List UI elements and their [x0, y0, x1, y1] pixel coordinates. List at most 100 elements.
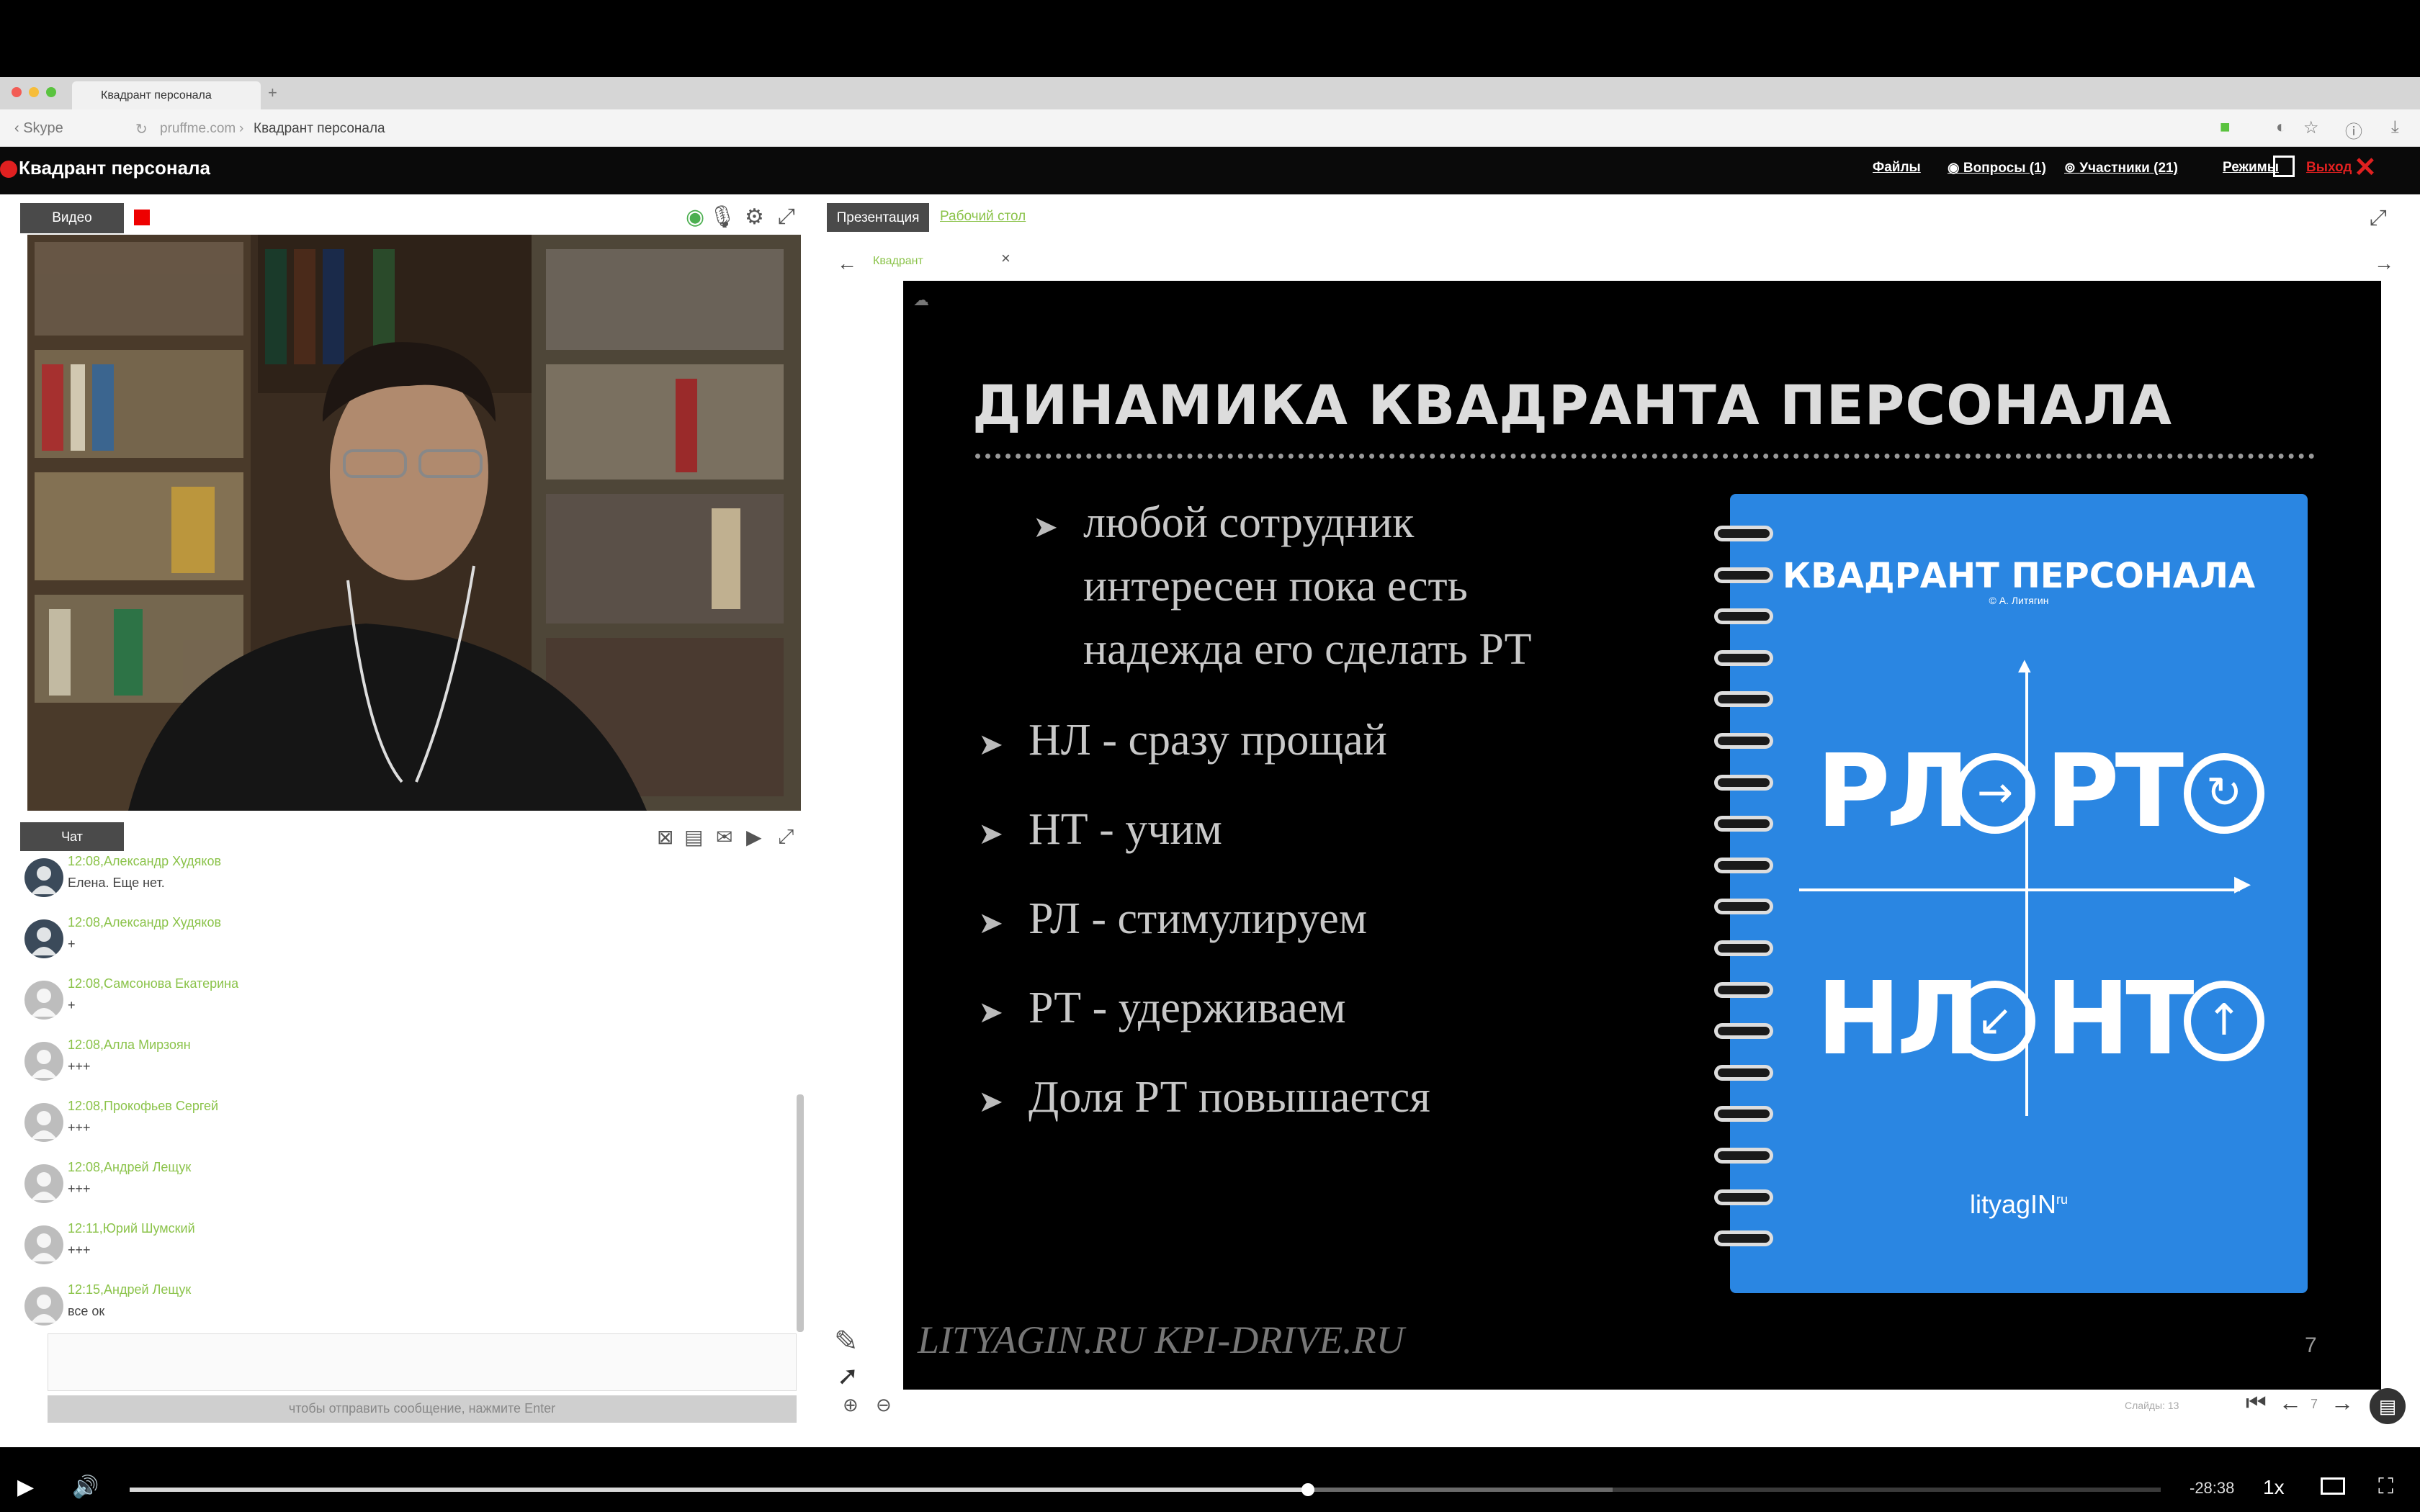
chat-message: 12:08,Александр Худяков +: [20, 912, 805, 973]
spiral-ring: [1714, 1148, 1773, 1164]
document-tab[interactable]: Квадрант: [873, 255, 923, 268]
expand-chat-icon[interactable]: ⤢: [778, 825, 794, 849]
play-button-icon[interactable]: ▶: [17, 1475, 34, 1500]
slide-bullet-continued: интересен пока есть: [1083, 562, 1468, 611]
cloud-icon: ☁: [913, 291, 929, 309]
slide-bullet: ➤ Доля РТ повышается: [978, 1066, 1430, 1133]
zoom-out-icon[interactable]: ⊖: [876, 1394, 892, 1416]
modes-link[interactable]: Режимы: [2223, 160, 2279, 176]
avatar[interactable]: [24, 858, 63, 897]
slides-counter[interactable]: Слайды: 13: [2125, 1400, 2179, 1411]
chat-message-author: 12:11,Юрий Шумский: [68, 1221, 195, 1236]
arrow-up-circle-icon: ↑: [2184, 981, 2264, 1061]
zoom-in-icon[interactable]: ⊕: [843, 1394, 859, 1416]
browser-tab-bar: [0, 77, 2420, 109]
previous-slide-icon[interactable]: ←: [2279, 1390, 2302, 1416]
pointer-tool-icon[interactable]: ➚: [837, 1361, 859, 1391]
bullet-arrow-icon: ➤: [978, 994, 1004, 1030]
expand-presentation-icon[interactable]: ⤢: [2370, 206, 2387, 230]
exit-close-icon[interactable]: ✕: [2354, 151, 2377, 184]
browser-tab[interactable]: Квадрант персонала: [72, 81, 261, 109]
window-maximize-button[interactable]: [46, 87, 56, 97]
seek-handle[interactable]: [1301, 1483, 1314, 1496]
layout-icon[interactable]: [2273, 156, 2295, 177]
presentation-tab[interactable]: Презентация: [827, 203, 929, 232]
current-slide-number: 7: [2311, 1397, 2318, 1411]
next-document-arrow-icon[interactable]: →: [2374, 252, 2394, 275]
picture-in-picture-icon[interactable]: [2321, 1477, 2345, 1495]
playback-speed-button[interactable]: 1x: [2263, 1476, 2285, 1499]
bullet-arrow-icon: ➤: [1033, 509, 1059, 544]
avatar[interactable]: [24, 1225, 63, 1264]
window-minimize-button[interactable]: [29, 87, 39, 97]
back-to-skype-button[interactable]: ‹ Skype: [14, 120, 63, 137]
spiral-ring: [1714, 1064, 1773, 1081]
camera-status-icon[interactable]: ◉: [686, 204, 704, 230]
browser-tab-title: Квадрант персонала: [101, 89, 212, 102]
play-icon[interactable]: ▶: [746, 825, 762, 849]
avatar[interactable]: [24, 919, 63, 958]
settings-gear-icon[interactable]: ⚙: [745, 204, 764, 230]
url-separator: ›: [239, 121, 244, 136]
chat-message: 12:08,Самсонова Екатерина +: [20, 973, 805, 1035]
spiral-ring: [1714, 774, 1773, 791]
axis-up-arrow-icon: ▲: [2014, 654, 2035, 678]
avatar[interactable]: [24, 1164, 63, 1203]
avatar[interactable]: [24, 981, 63, 1020]
export-excel-icon[interactable]: ▤: [684, 825, 703, 849]
window-close-button[interactable]: [12, 87, 22, 97]
slide-title-divider: [975, 454, 2315, 459]
chat-message-author: 12:15,Андрей Лещук: [68, 1282, 192, 1297]
next-slide-icon[interactable]: →: [2331, 1390, 2354, 1416]
pen-tool-icon[interactable]: ✎: [834, 1325, 859, 1358]
chat-message-text: +++: [68, 1120, 91, 1135]
chat-scrollbar[interactable]: [797, 1094, 804, 1332]
questions-link[interactable]: ◉ Вопросы (1): [1948, 160, 2046, 176]
participants-link[interactable]: ⊚ Участники (21): [2064, 160, 2178, 176]
url-page-title[interactable]: Квадрант персонала: [254, 121, 385, 137]
previous-document-arrow-icon[interactable]: ←: [837, 252, 857, 275]
expand-video-icon[interactable]: ⤢: [778, 204, 795, 229]
presentation-slide: ☁ ДИНАМИКА КВАДРАНТА ПЕРСОНАЛА ➤ любой со…: [903, 281, 2381, 1390]
desktop-tab-link[interactable]: Рабочий стол: [940, 209, 1026, 225]
chat-message-text: +: [68, 937, 76, 951]
spiral-ring: [1714, 733, 1773, 749]
chat-message-author: 12:08,Александр Худяков: [68, 915, 222, 930]
new-tab-button[interactable]: +: [268, 84, 277, 102]
seek-bar[interactable]: [130, 1483, 2161, 1496]
exit-link[interactable]: Выход: [2306, 160, 2352, 176]
chat-message-list[interactable]: 12:08,Александр Худяков Елена. Еще нет. 12…: [20, 851, 805, 1333]
info-icon[interactable]: ⓘ: [2345, 117, 2362, 143]
extension-icon[interactable]: ◐: [2276, 117, 2287, 138]
chat-message-text: +++: [68, 1059, 91, 1074]
arrow-right-circle-icon: →: [1955, 753, 2035, 834]
avatar[interactable]: [24, 1103, 63, 1142]
bookmark-star-icon[interactable]: ☆: [2303, 117, 2319, 138]
chat-message-text: +: [68, 998, 76, 1012]
video-tab[interactable]: Видео: [20, 203, 124, 233]
webcam-video[interactable]: [27, 235, 801, 811]
arrow-down-left-circle-icon: ↙: [1955, 981, 2035, 1061]
avatar[interactable]: [24, 1287, 63, 1326]
quadrant-label-nl: НЛ: [1816, 960, 1980, 1078]
slide-bullet: ➤ НТ - учим: [978, 798, 1222, 865]
email-icon[interactable]: ✉: [716, 825, 732, 849]
lock-icon[interactable]: ■: [2220, 117, 2231, 138]
close-document-icon[interactable]: ×: [1001, 249, 1010, 268]
bullet-arrow-icon: ➤: [978, 1084, 1004, 1119]
captions-icon[interactable]: ▤: [2370, 1388, 2406, 1424]
first-slide-icon[interactable]: ⏮: [2246, 1390, 2267, 1417]
microphone-icon[interactable]: 🎙: [709, 204, 736, 230]
lityagin-logo: lityagINru: [1969, 1189, 2069, 1219]
chat-message-input[interactable]: [48, 1333, 797, 1391]
download-icon[interactable]: ⤓: [2391, 117, 2399, 138]
record-icon[interactable]: [134, 210, 150, 225]
exit-fullscreen-icon[interactable]: ⛶: [2378, 1475, 2393, 1499]
reload-icon[interactable]: ↻: [135, 120, 148, 138]
url-domain[interactable]: pruffme.com: [160, 121, 236, 137]
clear-chat-icon[interactable]: ⊠: [657, 825, 673, 849]
volume-icon[interactable]: 🔊: [72, 1475, 99, 1500]
avatar[interactable]: [24, 1042, 63, 1081]
chat-tab[interactable]: Чат: [20, 822, 124, 851]
files-link[interactable]: Файлы: [1873, 160, 1921, 176]
